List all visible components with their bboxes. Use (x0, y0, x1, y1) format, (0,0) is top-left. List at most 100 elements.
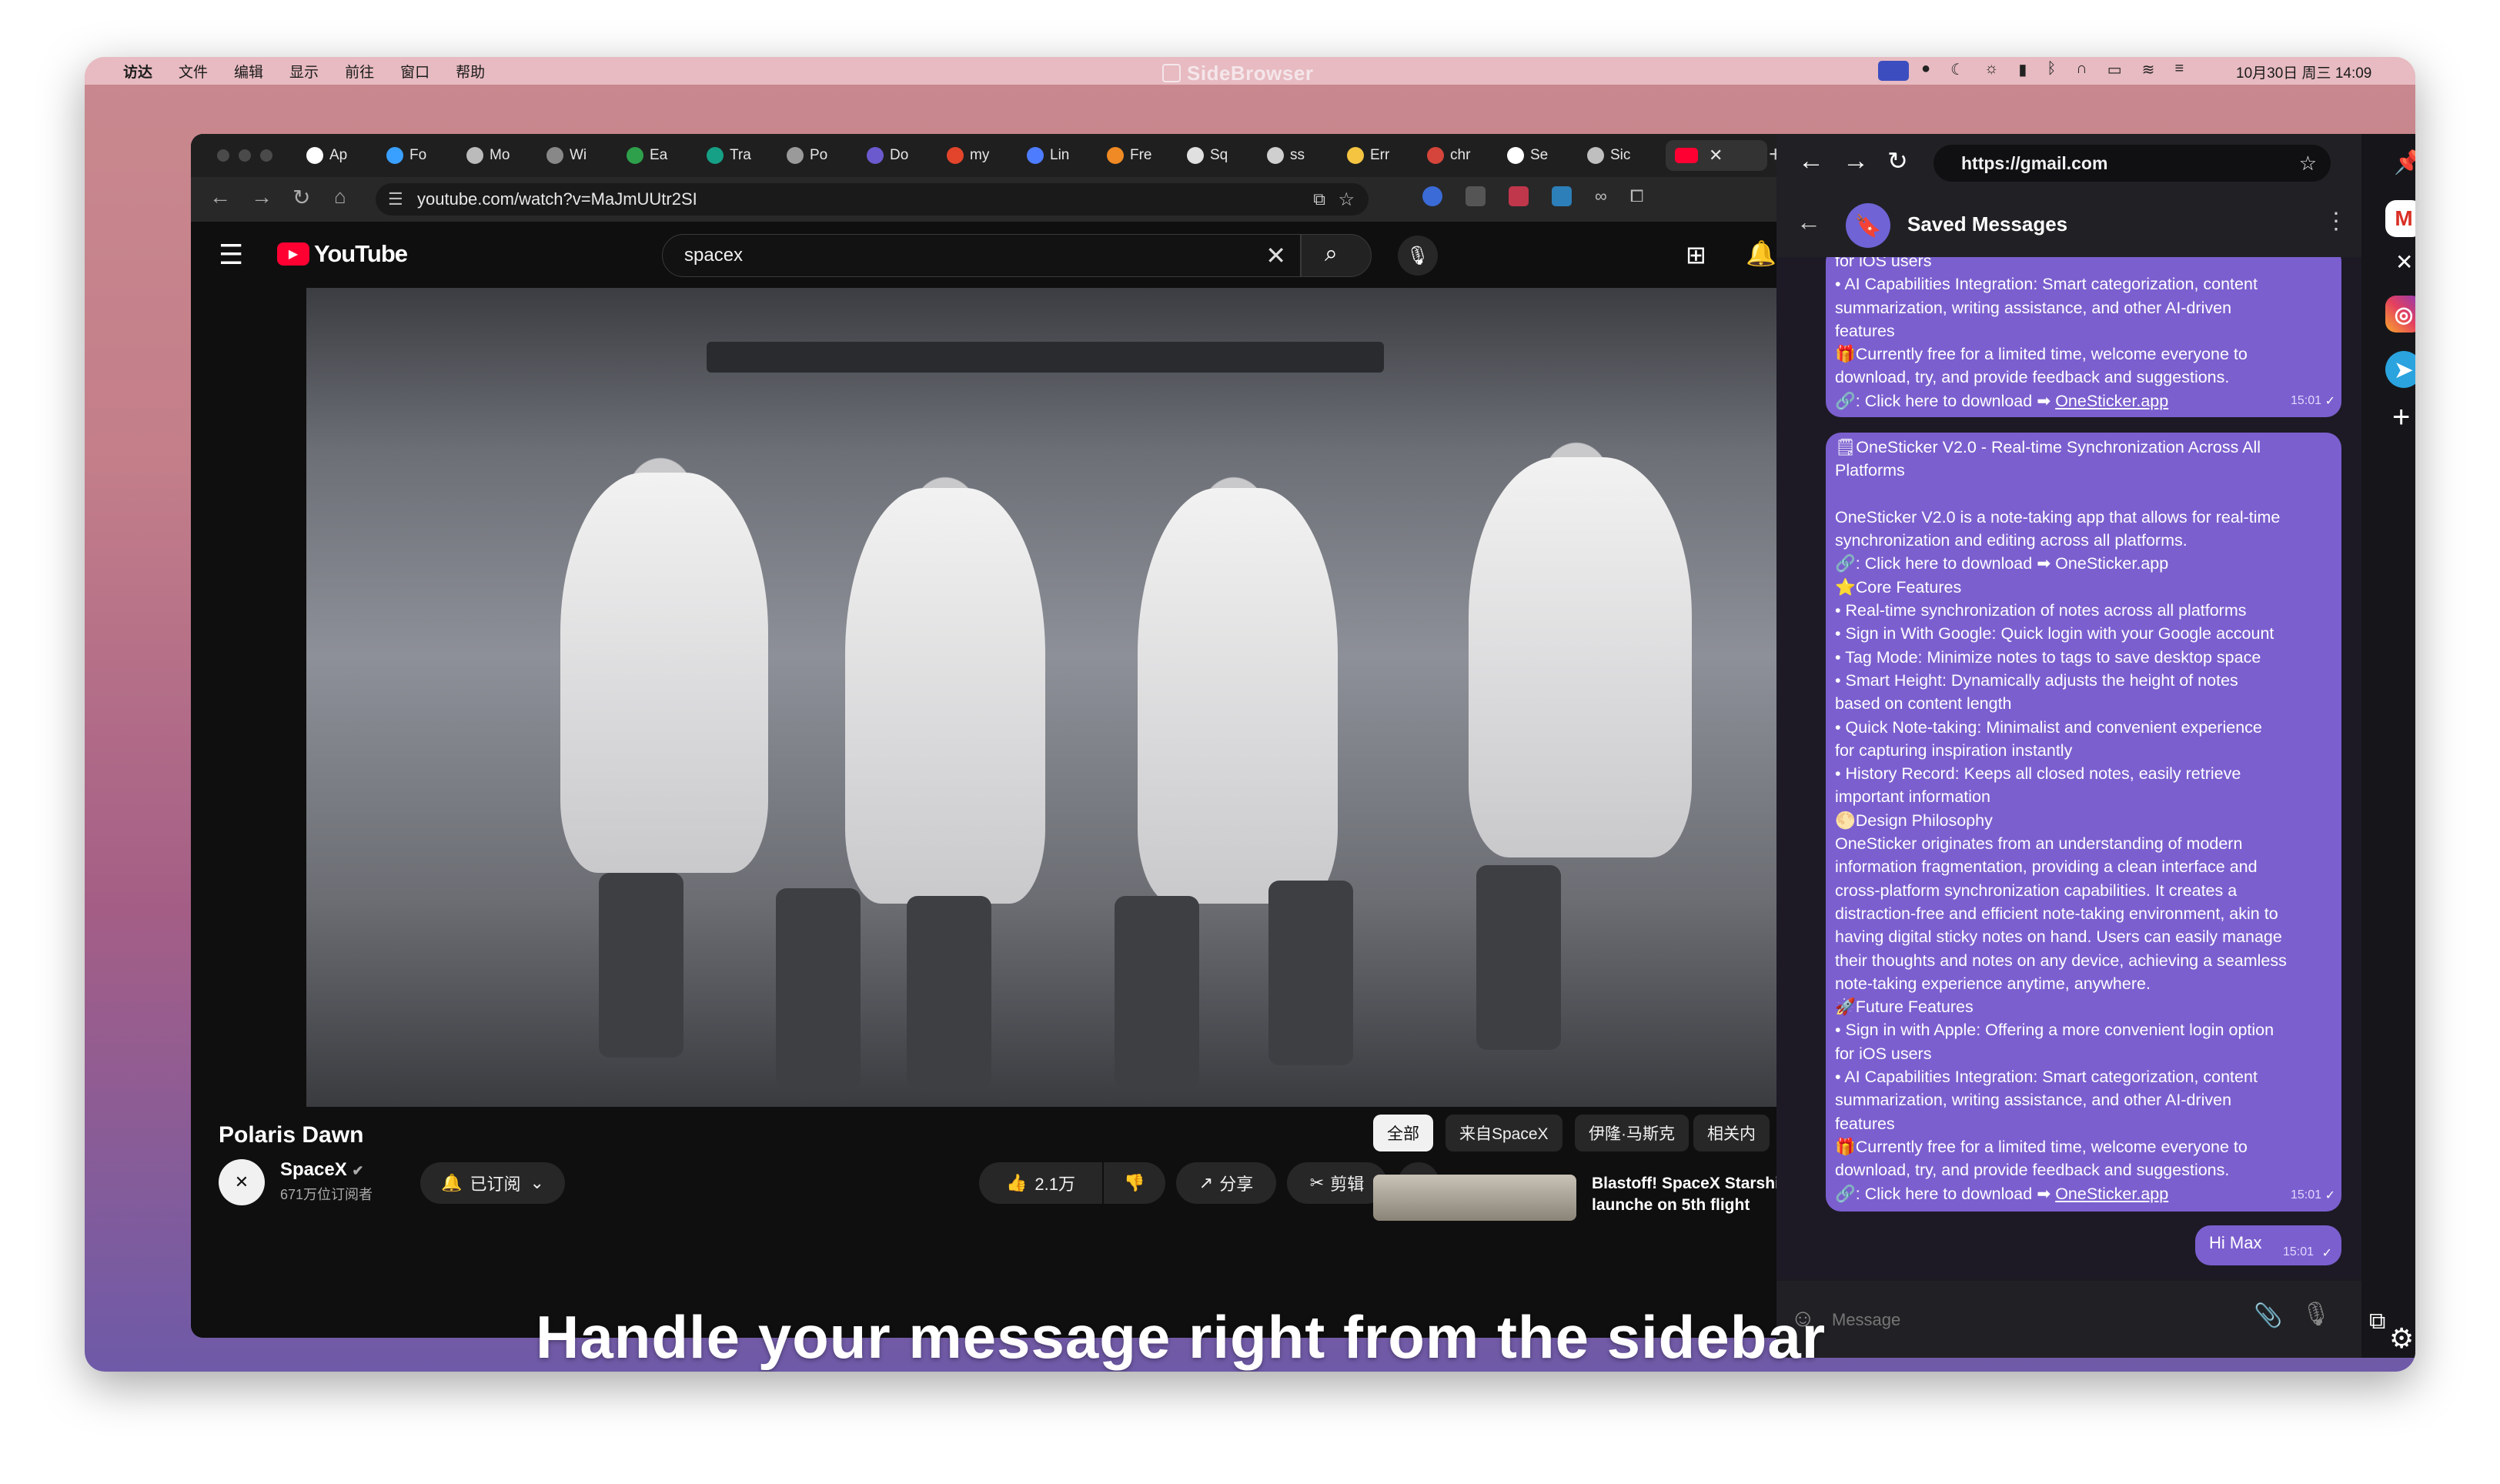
browser-tab[interactable]: Sq (1187, 140, 1228, 171)
subscribed-button[interactable]: 🔔 已订阅 ⌄ (420, 1162, 565, 1204)
chat-back-icon[interactable]: ← (1796, 208, 1821, 236)
battery-icon[interactable]: ▭ (2107, 60, 2122, 79)
message-bubble-2[interactable]: 🗒OneSticker V2.0 - Real-time Synchroniza… (1826, 433, 2341, 1212)
pin-icon[interactable]: 📌 (2394, 149, 2415, 176)
control-center-icon[interactable]: ≡ (2174, 60, 2184, 79)
recommended-title[interactable]: Blastoff! SpaceX Starshi launche on 5th … (1592, 1173, 1776, 1216)
attach-icon[interactable]: 📎 (2254, 1302, 2282, 1329)
back-icon[interactable]: ← (209, 185, 231, 209)
browser-tab[interactable]: Lin (1027, 140, 1069, 171)
menu-item-view[interactable]: 显示 (289, 61, 319, 82)
volume-icon[interactable]: ▮ (2018, 60, 2027, 79)
channel-name[interactable]: SpaceX (280, 1159, 347, 1180)
sidebar-url-field[interactable]: https://gmail.com ☆ (1933, 145, 2331, 182)
browser-tab[interactable]: Ea (627, 140, 667, 171)
extension-5-icon[interactable]: ∞ (1595, 186, 1607, 206)
search-input[interactable]: spacex ✕ (662, 234, 1301, 277)
download-link[interactable]: OneSticker.app (2055, 1185, 2168, 1203)
chip-all[interactable]: 全部 (1373, 1115, 1433, 1151)
search-button[interactable]: ⌕ (1301, 234, 1372, 277)
extension-2-icon[interactable] (1466, 186, 1486, 206)
add-app-icon[interactable]: + (2392, 400, 2410, 435)
browser-tab[interactable]: my (947, 140, 989, 171)
message-bubble-1[interactable]: for iOS users • AI Capabilities Integrat… (1826, 257, 2341, 417)
reply-bubble[interactable]: Hi Max 15:01 ✓ (2195, 1225, 2341, 1265)
browser-tab[interactable]: Tra (707, 140, 751, 171)
extension-3-icon[interactable] (1509, 186, 1529, 206)
like-button[interactable]: 👍 2.1万 (979, 1162, 1102, 1204)
headphones-icon[interactable]: ∩ (2076, 60, 2087, 79)
share-button[interactable]: ↗ 分享 (1176, 1162, 1276, 1204)
chip-elon-musk[interactable]: 伊隆·马斯克 (1575, 1115, 1689, 1151)
notifications-bell-icon[interactable]: 🔔 (1746, 239, 1776, 268)
voice-message-icon[interactable]: 🎙 (2301, 1301, 2331, 1328)
settings-gear-icon[interactable]: ⚙ (2389, 1322, 2414, 1355)
record-icon[interactable]: ● (1921, 60, 1930, 79)
sidebrowser-status-icon[interactable] (1878, 61, 1909, 81)
create-video-icon[interactable]: ⊞ (1686, 240, 1706, 269)
dislike-button[interactable]: 👎 (1104, 1162, 1165, 1204)
recommended-thumbnail[interactable] (1373, 1175, 1576, 1221)
zoom-window-button[interactable] (260, 149, 272, 162)
sidebar-reload-icon[interactable]: ↻ (1887, 146, 1908, 175)
install-icon[interactable]: ⧉ (1313, 189, 1325, 209)
message-input[interactable] (1830, 1304, 2234, 1336)
chip-from-spacex[interactable]: 来自SpaceX (1446, 1115, 1562, 1151)
telegram-icon[interactable]: ➤ (2385, 351, 2415, 388)
saved-messages-avatar[interactable]: 🔖 (1846, 203, 1890, 248)
extension-4-icon[interactable] (1552, 186, 1572, 206)
voice-search-button[interactable]: 🎙 (1398, 236, 1438, 276)
youtube-logo[interactable]: ▶ YouTube (277, 240, 408, 268)
browser-tab[interactable]: Fre (1107, 140, 1152, 171)
clip-button[interactable]: ✂ 剪辑 (1287, 1162, 1387, 1204)
video-player[interactable] (306, 288, 1786, 1107)
browser-tab[interactable]: Po (787, 140, 827, 171)
instagram-icon[interactable]: ◎ (2385, 296, 2415, 333)
menu-item-file[interactable]: 文件 (179, 61, 208, 82)
hamburger-menu-icon[interactable]: ☰ (219, 239, 243, 271)
chat-menu-icon[interactable]: ⋮ (2325, 208, 2348, 235)
dock-close-icon[interactable]: ✕ (2395, 249, 2413, 275)
menu-item-edit[interactable]: 编辑 (234, 61, 263, 82)
wifi-icon[interactable]: ≋ (2142, 60, 2155, 79)
chat-title[interactable]: Saved Messages (1907, 212, 2067, 236)
bookmark-star-icon[interactable]: ☆ (1338, 189, 1355, 211)
reload-icon[interactable]: ↻ (292, 185, 310, 210)
menu-app-name[interactable]: 访达 (123, 61, 152, 82)
gmail-icon[interactable]: M (2385, 200, 2415, 237)
minimize-window-button[interactable] (239, 149, 251, 162)
menubar-clock[interactable]: 10月30日 周三 14:09 (2236, 62, 2371, 82)
sidebar-back-icon[interactable]: ← (1798, 146, 1824, 176)
sidebar-forward-icon[interactable]: → (1843, 146, 1869, 176)
bluetooth-icon[interactable]: ᛒ (2047, 60, 2056, 79)
extension-1-icon[interactable] (1422, 186, 1442, 206)
menu-item-window[interactable]: 窗口 (400, 61, 429, 82)
browser-tab[interactable]: Mo (466, 140, 510, 171)
menu-item-help[interactable]: 帮助 (456, 61, 485, 82)
url-field[interactable]: ☰ youtube.com/watch?v=MaJmUUtr2SI ⧉ ☆ (376, 183, 1369, 216)
site-settings-icon[interactable]: ☰ (388, 189, 403, 209)
extensions-puzzle-icon[interactable]: ⧠ (1630, 186, 1644, 206)
channel-avatar[interactable]: ✕ (219, 1159, 265, 1205)
menu-item-go[interactable]: 前往 (345, 61, 374, 82)
close-window-button[interactable] (217, 149, 229, 162)
sidebar-bookmark-icon[interactable]: ☆ (2299, 152, 2317, 175)
browser-tab[interactable]: Fo (386, 140, 426, 171)
browser-tab[interactable]: Err (1347, 140, 1389, 171)
browser-tab[interactable]: Wi (546, 140, 587, 171)
brightness-icon[interactable]: ☼ (1984, 60, 1998, 79)
chip-related[interactable]: 相关内 (1693, 1115, 1770, 1151)
browser-tab[interactable]: Ap (306, 140, 347, 171)
home-icon[interactable]: ⌂ (334, 185, 346, 209)
browser-tab[interactable]: ss (1267, 140, 1305, 171)
moon-icon[interactable]: ☾ (1950, 60, 1964, 79)
screenshot-icon[interactable]: ⧉ (2369, 1309, 2385, 1335)
browser-tab[interactable]: Se (1507, 140, 1548, 171)
close-tab-icon[interactable]: ✕ (1709, 145, 1723, 165)
browser-tab[interactable]: Do (867, 140, 908, 171)
browser-tab[interactable]: Sic (1587, 140, 1630, 171)
download-link[interactable]: OneSticker.app (2055, 392, 2168, 410)
clear-search-icon[interactable]: ✕ (1265, 241, 1286, 270)
tab-youtube-active[interactable]: ✕ (1666, 140, 1767, 171)
forward-icon[interactable]: → (251, 185, 272, 209)
